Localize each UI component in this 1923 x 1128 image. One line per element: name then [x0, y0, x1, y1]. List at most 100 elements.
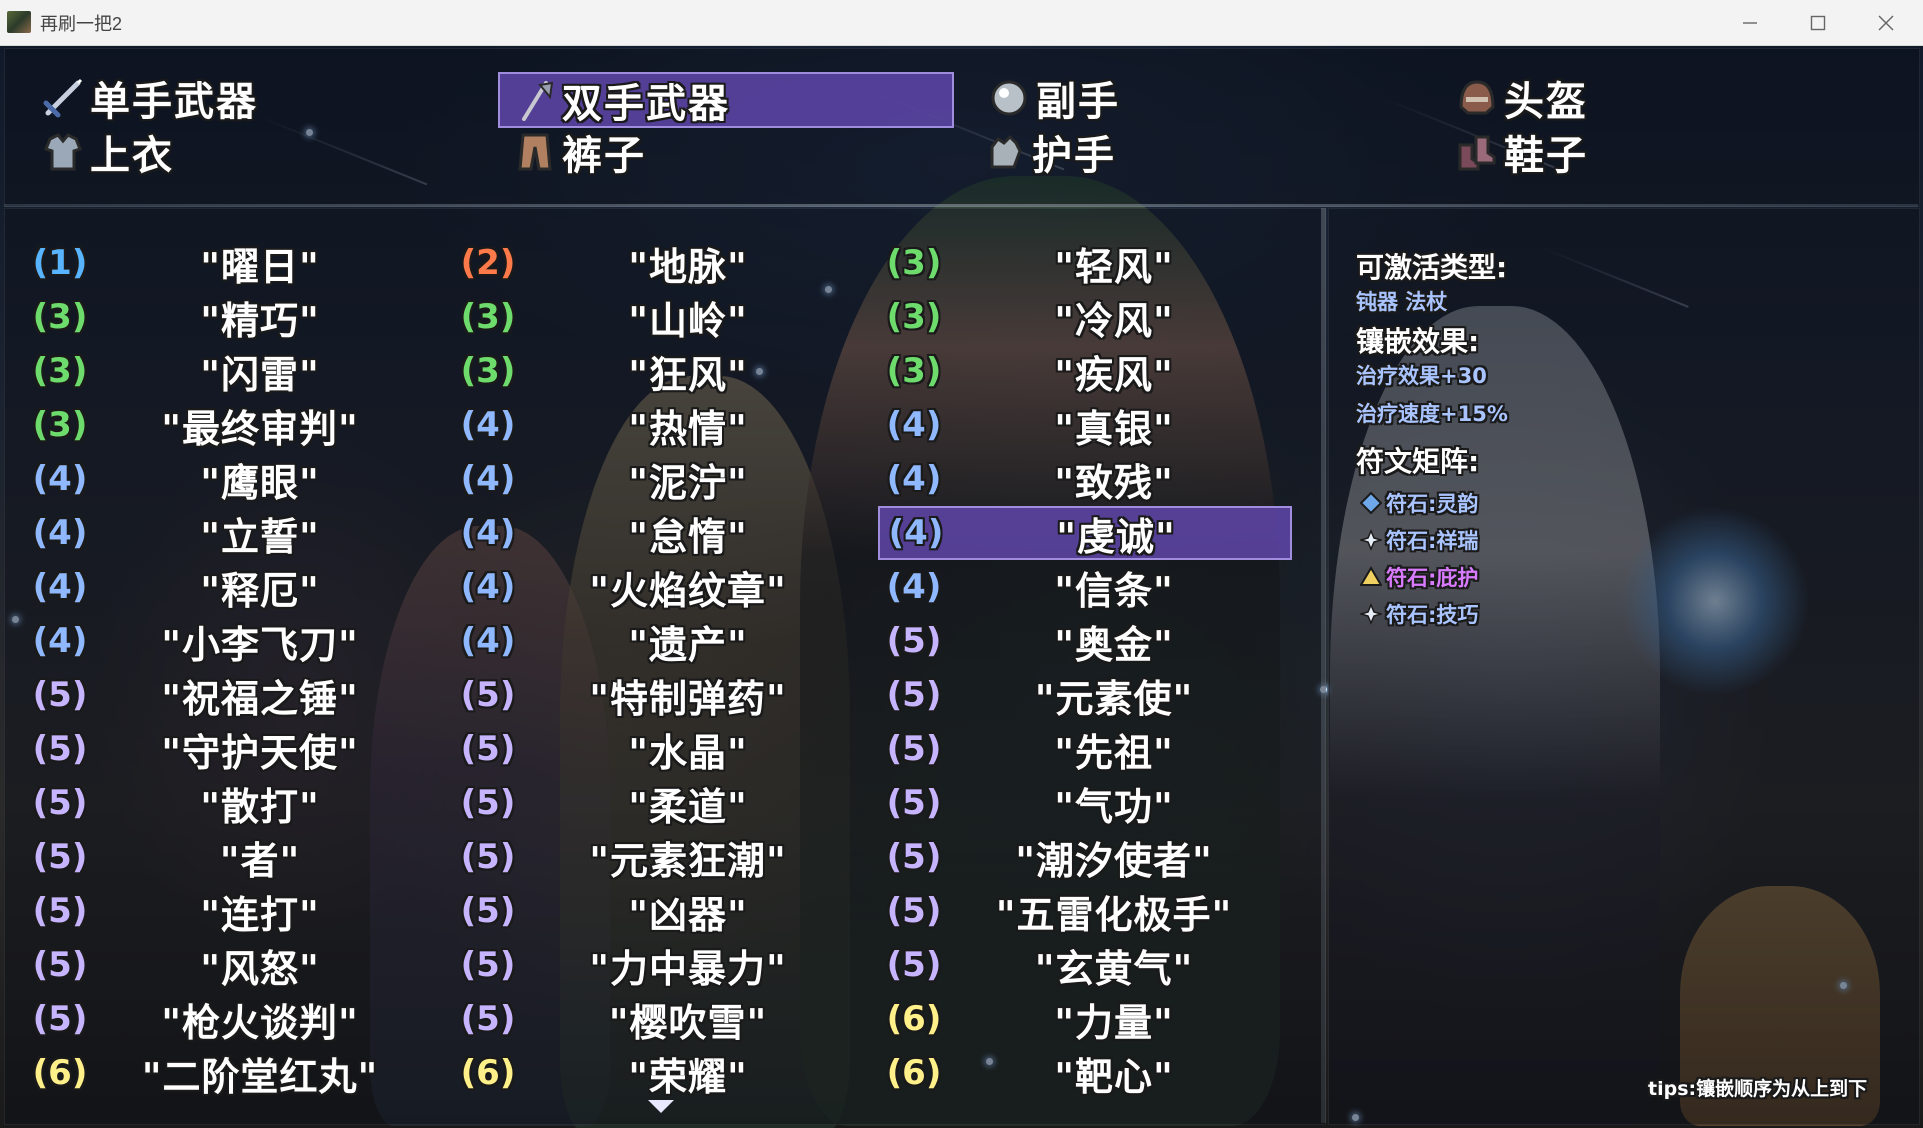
tab-two-handed-weapon[interactable]: 双手武器: [498, 72, 954, 128]
rune-word-item[interactable]: (5) "潮汐使者": [884, 832, 1284, 883]
rune-word-item[interactable]: (4) "鹰眼": [30, 454, 430, 505]
inlay-effect-heading: 镶嵌效果:: [1356, 325, 1480, 358]
tab-top[interactable]: 上衣: [42, 126, 342, 179]
rune-word-item[interactable]: (3) "疾风": [884, 346, 1284, 397]
rune-item[interactable]: 符石:灵韵: [1360, 488, 1478, 518]
rune-word-item[interactable]: (5) "气功": [884, 778, 1284, 829]
sword-icon: [42, 77, 84, 119]
item-name: "祝福之锤": [161, 676, 359, 721]
item-level: (5): [32, 891, 88, 931]
rune-word-item[interactable]: (4) "立誓": [30, 508, 430, 559]
item-level: (5): [886, 729, 942, 769]
rune-word-item[interactable]: (4) "怠惰": [458, 508, 858, 559]
white-rune-icon: [1360, 529, 1382, 551]
scroll-down-arrow-icon[interactable]: [648, 1100, 674, 1113]
item-level: (5): [32, 729, 88, 769]
game-window: 再刷一把2 单手武器 双手武器 副手 头盔 上衣 裤子 护手 鞋子 (1) "曜…: [0, 0, 1923, 1128]
rune-word-item[interactable]: (5) "力中暴力": [458, 940, 858, 991]
item-level: (3): [460, 297, 516, 337]
rune-word-item[interactable]: (1) "曜日": [30, 238, 430, 289]
rune-word-item[interactable]: (4) "小李飞刀": [30, 616, 430, 667]
rune-item[interactable]: 符石:祥瑞: [1360, 525, 1478, 555]
tab-offhand[interactable]: 副手: [988, 72, 1288, 125]
item-level: (4): [888, 513, 944, 553]
item-name: "最终审判": [161, 406, 359, 451]
rune-item-selected[interactable]: 符石:庇护: [1360, 562, 1478, 592]
item-name: "特制弹药": [589, 676, 787, 721]
rune-word-item[interactable]: (5) "奥金": [884, 616, 1284, 667]
rune-word-item[interactable]: (5) "柔道": [458, 778, 858, 829]
rune-word-item[interactable]: (5) "风怒": [30, 940, 430, 991]
rune-word-item[interactable]: (5) "者": [30, 832, 430, 883]
white-rune-icon: [1360, 603, 1382, 625]
close-button[interactable]: [1852, 0, 1920, 45]
rune-word-item[interactable]: (6) "荣耀": [458, 1048, 858, 1099]
rune-word-item[interactable]: (2) "地脉": [458, 238, 858, 289]
rune-word-item[interactable]: (5) "水晶": [458, 724, 858, 775]
rune-word-item[interactable]: (5) "散打": [30, 778, 430, 829]
rune-word-item[interactable]: (5) "玄黄气": [884, 940, 1284, 991]
rune-word-item[interactable]: (4) "释厄": [30, 562, 430, 613]
item-name: "山岭": [628, 298, 748, 343]
rune-word-item[interactable]: (5) "樱吹雪": [458, 994, 858, 1045]
tab-one-handed-weapon[interactable]: 单手武器: [42, 72, 442, 125]
rune-word-item[interactable]: (5) "祝福之锤": [30, 670, 430, 721]
item-level: (4): [460, 459, 516, 499]
window-title: 再刷一把2: [40, 14, 123, 34]
rune-word-item[interactable]: (6) "靶心": [884, 1048, 1284, 1099]
rune-word-item[interactable]: (3) "闪雷": [30, 346, 430, 397]
rune-word-item[interactable]: (3) "精巧": [30, 292, 430, 343]
item-level: (3): [460, 351, 516, 391]
rune-word-item[interactable]: (5) "守护天使": [30, 724, 430, 775]
item-name: "曜日": [200, 244, 320, 289]
tab-pants[interactable]: 裤子: [514, 126, 814, 179]
item-name: "地脉": [628, 244, 748, 289]
rune-word-item[interactable]: (5) "凶器": [458, 886, 858, 937]
rune-word-item[interactable]: (5) "先祖": [884, 724, 1284, 775]
maximize-icon: [1810, 15, 1826, 30]
item-level: (5): [460, 999, 516, 1039]
tab-helmet[interactable]: 头盔: [1456, 72, 1756, 125]
rune-word-item[interactable]: (3) "轻风": [884, 238, 1284, 289]
tab-label: 双手武器: [562, 81, 730, 127]
minimize-button[interactable]: [1716, 0, 1784, 45]
item-level: (5): [886, 675, 942, 715]
inlay-effect-line: 治疗速度+15%: [1356, 402, 1508, 426]
tab-gloves[interactable]: 护手: [984, 126, 1284, 179]
rune-word-item[interactable]: (5) "元素使": [884, 670, 1284, 721]
rune-word-item[interactable]: (5) "五雷化极手": [884, 886, 1284, 937]
item-level: (4): [460, 405, 516, 445]
rune-word-item[interactable]: (5) "特制弹药": [458, 670, 858, 721]
rune-word-item[interactable]: (3) "狂风": [458, 346, 858, 397]
item-name: "元素使": [1034, 676, 1194, 721]
rune-word-item[interactable]: (3) "冷风": [884, 292, 1284, 343]
rune-word-item[interactable]: (6) "力量": [884, 994, 1284, 1045]
maximize-button[interactable]: [1784, 0, 1852, 45]
rune-word-item[interactable]: (5) "元素狂潮": [458, 832, 858, 883]
rune-word-item[interactable]: (5) "枪火谈判": [30, 994, 430, 1045]
rune-item[interactable]: 符石:技巧: [1360, 599, 1478, 629]
rune-word-item[interactable]: (4) "遗产": [458, 616, 858, 667]
gold-rune-icon: [1360, 566, 1382, 586]
item-level: (3): [886, 297, 942, 337]
item-name: "五雷化极手": [995, 892, 1233, 937]
item-level: (6): [32, 1053, 88, 1093]
item-level: (4): [32, 513, 88, 553]
item-name: "连打": [200, 892, 320, 937]
item-level: (5): [32, 783, 88, 823]
rune-word-item[interactable]: (3) "山岭": [458, 292, 858, 343]
rune-word-item-selected[interactable]: (4) "虔诚": [878, 506, 1292, 560]
rune-word-item[interactable]: (4) "信条": [884, 562, 1284, 613]
rune-word-item[interactable]: (6) "二阶堂红丸": [30, 1048, 430, 1099]
rune-word-item[interactable]: (3) "最终审判": [30, 400, 430, 451]
app-icon: [7, 11, 31, 33]
rune-word-item[interactable]: (4) "热情": [458, 400, 858, 451]
rune-word-item[interactable]: (5) "连打": [30, 886, 430, 937]
rune-word-item[interactable]: (4) "火焰纹章": [458, 562, 858, 613]
rune-word-item[interactable]: (4) "泥泞": [458, 454, 858, 505]
rune-word-item[interactable]: (4) "致残": [884, 454, 1284, 505]
tab-shoes[interactable]: 鞋子: [1456, 126, 1756, 179]
rune-label: 符石:庇护: [1386, 566, 1479, 590]
rune-word-item[interactable]: (4) "真银": [884, 400, 1284, 451]
item-name: "信条": [1054, 568, 1174, 613]
